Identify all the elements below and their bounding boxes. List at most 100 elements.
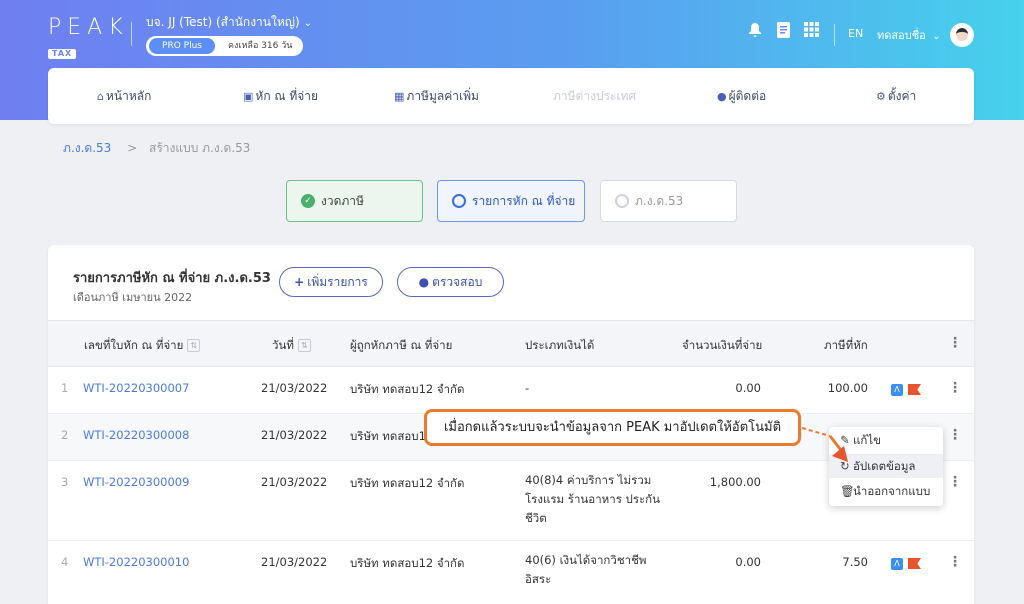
- circle-icon: [615, 194, 629, 208]
- avatar-face-icon: [956, 28, 968, 41]
- home-icon: ⌂: [97, 90, 104, 103]
- payee-cell: บริษัท ทดสอบ12 จำกัด: [350, 556, 465, 570]
- check-icon: ✓: [301, 194, 315, 208]
- nav-item-home[interactable]: ⌂ หน้าหลัก: [97, 87, 151, 106]
- header-divider-2: [834, 24, 835, 46]
- table-header: เลขที่ใบหัก ณ ที่จ่าย ⇅ วันที่ ⇅ ผู้ถูกหัก…: [48, 320, 974, 367]
- user-menu[interactable]: ทดสอบชื่อ ⌄: [877, 26, 941, 44]
- table-row: 4 WTI-20220300010 21/03/2022 บริษัท ทดสอ…: [48, 541, 974, 604]
- nav-label: ตั้งค่า: [887, 89, 917, 103]
- company-selector[interactable]: บจ. JJ (Test) (สำนักงานใหญ่) ⌄: [146, 13, 312, 32]
- peak-sync-icon: Λ: [891, 384, 903, 396]
- plus-icon: +: [294, 275, 305, 289]
- bell-icon[interactable]: [748, 22, 762, 42]
- chevron-down-icon: ⌄: [932, 31, 941, 42]
- income-type-cell: 40(8)4 ค่าบริการ ไม่รวมโรงแรม ร้านอาหาร …: [525, 473, 661, 525]
- date-cell: 21/03/2022: [261, 475, 328, 489]
- nav-label: ภาษีมูลค่าเพิ่ม: [406, 89, 479, 103]
- receipt-icon: ▦: [394, 90, 405, 103]
- table-row: 1 WTI-20220300007 21/03/2022 บริษัท ทดสอ…: [48, 367, 974, 414]
- flag-icon: [908, 384, 921, 395]
- header-divider: [131, 22, 132, 46]
- peak-logo[interactable]: PEAK TAX: [48, 15, 129, 60]
- circle-icon: [452, 194, 466, 208]
- document-icon[interactable]: [777, 22, 790, 42]
- nav-label: ภาษีต่างประเทศ: [553, 89, 637, 103]
- breadcrumb-separator: >: [127, 141, 138, 155]
- sort-icon[interactable]: ⇅: [187, 339, 201, 352]
- column-header-tax: ภาษีที่หัก: [824, 338, 868, 352]
- person-icon: ●: [717, 90, 727, 103]
- nav-label: หัก ณ ที่จ่าย: [255, 89, 319, 103]
- kebab-menu-icon[interactable]: ⋮: [948, 381, 962, 395]
- nav-item-withholding[interactable]: ▣ หัก ณ ที่จ่าย: [243, 87, 318, 106]
- user-name: ทดสอบชื่อ: [877, 29, 926, 42]
- doc-number-link[interactable]: WTI-20220300008: [83, 428, 189, 442]
- annotation-callout: เมื่อกดแล้วระบบจะนำข้อมูลจาก PEAK มาอัปเ…: [424, 409, 801, 446]
- kebab-menu-icon[interactable]: ⋮: [948, 336, 962, 350]
- menu-label: อัปเดตข้อมูล: [853, 459, 916, 473]
- logo-tax-badge: TAX: [48, 49, 77, 59]
- sort-icon[interactable]: ⇅: [297, 339, 311, 352]
- avatar[interactable]: [950, 23, 974, 47]
- breadcrumb: ภ.ง.ด.53 > สร้างแบบ ภ.ง.ด.53: [63, 139, 250, 158]
- kebab-menu-icon[interactable]: ⋮: [948, 428, 962, 442]
- step-tax-period[interactable]: ✓ งวดภาษี: [286, 180, 423, 222]
- kebab-menu-icon[interactable]: ⋮: [948, 555, 962, 569]
- nav-item-vat[interactable]: ▦ ภาษีมูลค่าเพิ่ม: [394, 87, 479, 106]
- column-label: เลขที่ใบหัก ณ ที่จ่าย: [84, 338, 184, 352]
- button-label: เพิ่มรายการ: [307, 275, 368, 289]
- add-item-button[interactable]: + เพิ่มรายการ: [279, 267, 383, 297]
- date-cell: 21/03/2022: [261, 381, 328, 395]
- plan-remaining: คงเหลือ 316 วัน: [228, 41, 293, 51]
- menu-item-remove[interactable]: 🗑นำออกจากแบบ: [829, 479, 943, 503]
- logo-text: PEAK: [48, 15, 129, 40]
- gear-icon: ⚙: [876, 90, 886, 103]
- payee-cell: บริษัท ทดสอบ1: [350, 429, 426, 443]
- column-header-date[interactable]: วันที่ ⇅: [272, 337, 311, 355]
- card-title: รายการภาษีหัก ณ ที่จ่าย ภ.ง.ด.53: [73, 271, 271, 286]
- step-withholding-items[interactable]: รายการหัก ณ ที่จ่าย: [437, 180, 585, 222]
- step-label: รายการหัก ณ ที่จ่าย: [472, 194, 576, 208]
- tax-cell: 100.00: [827, 381, 868, 395]
- card-subtitle: เดือนภาษี เมษายน 2022: [73, 291, 193, 304]
- company-name: บจ. JJ (Test) (สำนักงานใหญ่): [146, 15, 300, 29]
- button-label: ตรวจสอบ: [432, 275, 483, 289]
- chevron-down-icon: ⌄: [303, 18, 313, 29]
- amount-cell: 1,800.00: [709, 475, 761, 489]
- nav-item-contacts[interactable]: ● ผู้ติดต่อ: [717, 87, 766, 106]
- menu-label: แก้ไข: [853, 433, 882, 447]
- verify-button[interactable]: ● ตรวจสอบ: [397, 267, 504, 297]
- step-label: ภ.ง.ด.53: [635, 194, 684, 208]
- column-header-doc[interactable]: เลขที่ใบหัก ณ ที่จ่าย ⇅: [84, 337, 201, 355]
- amount-cell: 0.00: [735, 381, 761, 395]
- check-circle-icon: ●: [418, 275, 430, 289]
- plan-status: PRO Plus คงเหลือ 316 วัน: [146, 36, 303, 56]
- wallet-icon: ▣: [243, 90, 254, 103]
- trash-icon: 🗑: [840, 484, 855, 498]
- flag-icon: [908, 558, 921, 569]
- tax-cell: 7.50: [842, 555, 868, 569]
- kebab-menu-icon[interactable]: ⋮: [948, 475, 962, 489]
- language-switch[interactable]: EN: [848, 27, 863, 40]
- column-header-amount: จำนวนเงินที่จ่าย: [682, 338, 763, 352]
- payee-cell: บริษัท ทดสอบ12 จำกัด: [350, 382, 465, 396]
- breadcrumb-root-link[interactable]: ภ.ง.ด.53: [63, 141, 111, 155]
- nav-item-settings[interactable]: ⚙ ตั้งค่า: [876, 87, 916, 106]
- column-header-payee: ผู้ถูกหักภาษี ณ ที่จ่าย: [350, 338, 453, 352]
- step-pnd53[interactable]: ภ.ง.ด.53: [600, 180, 737, 222]
- plan-badge: PRO Plus: [149, 38, 215, 54]
- row-number: 2: [61, 428, 69, 442]
- nav-item-foreign-tax: ภาษีต่างประเทศ: [553, 87, 636, 106]
- date-cell: 21/03/2022: [261, 555, 328, 569]
- doc-number-link[interactable]: WTI-20220300007: [83, 381, 189, 395]
- doc-number-link[interactable]: WTI-20220300010: [83, 555, 189, 569]
- row-number: 3: [61, 475, 69, 489]
- apps-grid-icon[interactable]: [804, 22, 819, 41]
- nav-label: หน้าหลัก: [105, 89, 152, 103]
- step-label: งวดภาษี: [321, 194, 364, 208]
- callout-arrow-icon: [801, 427, 848, 462]
- doc-number-link[interactable]: WTI-20220300009: [83, 475, 189, 489]
- breadcrumb-current: สร้างแบบ ภ.ง.ด.53: [149, 141, 251, 155]
- menu-label: นำออกจากแบบ: [853, 484, 931, 498]
